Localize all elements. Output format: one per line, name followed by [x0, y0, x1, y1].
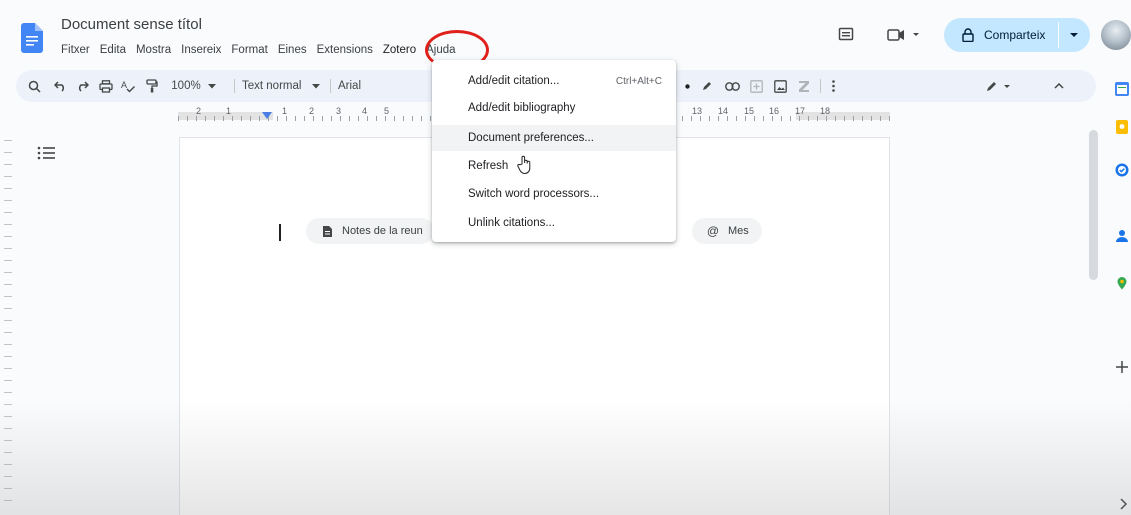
zoom-dropdown-icon[interactable]	[206, 78, 218, 94]
menu-eines[interactable]: Eines	[273, 40, 312, 60]
share-dropdown-icon[interactable]	[1067, 28, 1081, 42]
menu-item-document-preferences[interactable]: Document preferences...	[432, 125, 676, 151]
ruler-number: 4	[362, 106, 368, 116]
menu-fitxer[interactable]: Fitxer	[56, 40, 95, 60]
hand-pointer-icon	[517, 155, 531, 175]
menu-item-switch-word-processors[interactable]: Switch word processors...	[432, 181, 676, 207]
spellcheck-icon[interactable]: A	[120, 78, 136, 94]
vertical-ruler	[4, 140, 12, 510]
contacts-icon[interactable]	[1115, 229, 1129, 243]
menu-item-add-edit-citation[interactable]: Add/edit citation... Ctrl+Alt+C	[432, 68, 676, 94]
search-menus-icon[interactable]	[26, 78, 42, 94]
ruler-number: 18	[820, 106, 831, 116]
svg-text:A: A	[121, 80, 127, 90]
comments-icon[interactable]	[836, 25, 856, 45]
document-outline-icon[interactable]	[37, 145, 57, 161]
shortcut-label: Ctrl+Alt+C	[615, 75, 662, 87]
menu-mostra[interactable]: Mostra	[131, 40, 176, 60]
ruler-number: 15	[744, 106, 755, 116]
indent-marker[interactable]	[262, 112, 272, 119]
docs-logo-icon[interactable]	[21, 23, 43, 53]
chip-label: Notes de la reun	[342, 225, 423, 237]
maps-icon[interactable]	[1115, 276, 1129, 290]
more-options-icon[interactable]	[828, 78, 838, 94]
undo-icon[interactable]	[52, 78, 68, 94]
link-icon[interactable]	[724, 78, 740, 94]
ruler-number: 17	[795, 106, 806, 116]
menu-item-add-edit-bibliography[interactable]: Add/edit bibliography	[432, 95, 676, 121]
collapse-toolbar-icon[interactable]	[1052, 78, 1066, 94]
add-comment-icon[interactable]	[748, 78, 764, 94]
menu-extensions[interactable]: Extensions	[312, 40, 378, 60]
text-cursor	[279, 224, 281, 241]
add-icon[interactable]	[1115, 360, 1129, 374]
style-dropdown-icon[interactable]	[310, 78, 322, 94]
insert-image-icon[interactable]	[772, 78, 788, 94]
menu-bar: Fitxer Edita Mostra Insereix Format Eine…	[56, 40, 461, 60]
menu-item-unlink-citations[interactable]: Unlink citations...	[432, 210, 676, 236]
ruler-number: 3	[336, 106, 342, 116]
menu-zotero[interactable]: Zotero	[378, 40, 421, 60]
at-sign-icon: @	[706, 224, 720, 238]
ruler-number: 1	[226, 106, 232, 116]
zotero-menu-dropdown: Add/edit citation... Ctrl+Alt+C Add/edit…	[432, 60, 676, 242]
ruler-number: 14	[718, 106, 729, 116]
share-button[interactable]: Comparteix	[944, 18, 1090, 52]
keep-icon[interactable]	[1115, 120, 1129, 134]
menu-insereix[interactable]: Insereix	[176, 40, 226, 60]
chevron-right-icon[interactable]	[1119, 498, 1129, 510]
chip-label: Mes	[728, 225, 749, 237]
meet-icon[interactable]	[886, 25, 922, 45]
font-select[interactable]: Arial	[338, 78, 368, 94]
mention-chip[interactable]: @ Mes	[692, 218, 762, 244]
document-title[interactable]: Document sense títol	[61, 16, 202, 33]
ruler-number: 1	[282, 106, 288, 116]
meeting-notes-chip[interactable]: Notes de la reun	[306, 218, 434, 244]
menu-item-refresh[interactable]: Refresh	[432, 153, 676, 179]
paragraph-style-select[interactable]: Text normal	[242, 78, 312, 94]
calendar-icon[interactable]	[1115, 82, 1129, 96]
avatar[interactable]	[1101, 20, 1131, 50]
zoom-value[interactable]: 100%	[170, 78, 202, 94]
paint-format-icon[interactable]	[144, 78, 160, 94]
editing-mode-icon[interactable]	[984, 78, 1014, 94]
ruler-number: 2	[309, 106, 315, 116]
vertical-scrollbar[interactable]	[1089, 130, 1098, 280]
text-color-dot[interactable]	[684, 78, 690, 94]
zotero-toolbar-icon[interactable]	[796, 78, 812, 94]
menu-format[interactable]: Format	[226, 40, 272, 60]
ruler-number: 2	[196, 106, 202, 116]
ruler-number: 16	[769, 106, 780, 116]
lock-icon	[960, 27, 976, 43]
redo-icon[interactable]	[74, 78, 90, 94]
ruler-number: 5	[384, 106, 390, 116]
tasks-icon[interactable]	[1115, 163, 1129, 177]
document-icon	[320, 224, 334, 238]
print-icon[interactable]	[98, 78, 114, 94]
menu-edita[interactable]: Edita	[95, 40, 131, 60]
share-label: Comparteix	[984, 28, 1046, 42]
ruler-number: 13	[692, 106, 703, 116]
highlight-pen-icon[interactable]	[700, 78, 714, 94]
